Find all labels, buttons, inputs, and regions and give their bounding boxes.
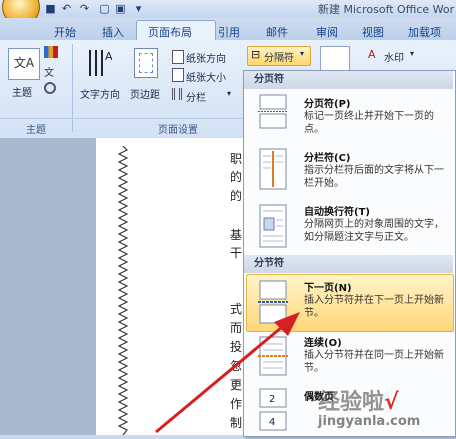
watermark-logo: 经验啦√	[318, 390, 399, 415]
breaks-label[interactable]: 分隔符	[264, 49, 294, 64]
text-wrapping-icon	[256, 204, 290, 248]
tab-page-layout[interactable]: 页面布局	[148, 24, 192, 40]
watermark-button[interactable]: 水印	[384, 49, 404, 64]
section-header-section-breaks: 分节符	[244, 255, 453, 273]
columns-icon	[172, 88, 182, 100]
doc-text-line: 基	[230, 228, 243, 242]
size-icon	[172, 68, 184, 82]
new-doc-icon[interactable]: ▢	[98, 2, 111, 15]
theme-button-label[interactable]: 主题	[12, 84, 32, 99]
tab-home[interactable]: 开始	[54, 24, 76, 40]
tab-review[interactable]: 审阅	[316, 24, 338, 40]
theme-colors-icon[interactable]	[44, 46, 58, 58]
theme-effects-icon[interactable]	[44, 82, 56, 94]
redo-icon[interactable]: ↷	[78, 2, 91, 15]
print-icon[interactable]: ▣	[114, 2, 127, 15]
menu-item-description: 标记一页终止并开始下一页的点。	[304, 111, 434, 135]
group-label-page-setup: 页面设置	[158, 125, 198, 136]
menu-item-description: 指示分栏符后面的文字将从下一栏开始。	[304, 165, 444, 189]
doc-text-line: 的	[230, 170, 243, 184]
section-header-page-breaks: 分页符	[244, 71, 453, 89]
text-direction-label[interactable]: 文字方向	[80, 86, 120, 101]
undo-icon[interactable]: ↶	[60, 2, 73, 15]
columns-dropdown-icon[interactable]: ▾	[227, 89, 231, 98]
tab-insert[interactable]: 插入	[102, 24, 124, 40]
tab-mailings[interactable]: 邮件	[266, 24, 288, 40]
group-label-theme: 主题	[26, 125, 46, 136]
orientation-button[interactable]: 纸张方向	[186, 50, 226, 65]
menu-item-title: 下一页(N)	[304, 283, 352, 294]
menu-item-title: 分页符(P)	[304, 99, 351, 110]
theme-fonts-icon[interactable]: 文	[44, 64, 58, 79]
column-break-icon	[256, 148, 290, 190]
breaks-dropdown-icon[interactable]: ▾	[300, 49, 304, 58]
columns-button[interactable]: 分栏	[186, 89, 206, 104]
tab-references[interactable]: 引用	[218, 24, 240, 40]
tab-addins[interactable]: 加载项	[408, 24, 441, 40]
page-break-icon	[256, 94, 290, 130]
breaks-icon: ⊟	[251, 48, 261, 61]
annotation-arrow	[155, 312, 300, 434]
page-border-decoration	[117, 145, 129, 436]
tab-view[interactable]: 视图	[362, 24, 384, 40]
theme-icon[interactable]: 文A	[8, 48, 40, 80]
watermark-icon: A	[368, 48, 376, 61]
svg-text:A: A	[105, 50, 112, 63]
menu-item-description: 插入分节符并在同一页上开始新节。	[304, 350, 444, 374]
doc-text-line: 职	[230, 152, 243, 166]
doc-text-line: 干	[230, 246, 243, 260]
menu-item-description: 插入分节符并在下一页上开始新节。	[304, 295, 444, 319]
watermark-dropdown-icon[interactable]: ▾	[410, 49, 414, 58]
window-title: 新建 Microsoft Office Wor	[318, 3, 455, 16]
menu-item-description: 分隔网页上的对象周围的文字，如分隔题注文字与正文。	[304, 219, 444, 243]
save-icon[interactable]: ■	[44, 2, 57, 15]
menu-item-title: 自动换行符(T)	[304, 207, 370, 218]
menu-item-title: 分栏符(C)	[304, 153, 351, 164]
orientation-icon	[172, 50, 184, 64]
margins-label[interactable]: 页边距	[130, 86, 160, 101]
watermark-url: jingyanla.com	[318, 414, 421, 429]
doc-text-line: 的	[230, 189, 243, 203]
margins-icon[interactable]	[134, 48, 158, 78]
size-button[interactable]: 纸张大小	[186, 69, 226, 84]
quick-access-dropdown-icon[interactable]: ▾	[132, 2, 145, 15]
text-direction-icon[interactable]: A	[86, 46, 113, 80]
